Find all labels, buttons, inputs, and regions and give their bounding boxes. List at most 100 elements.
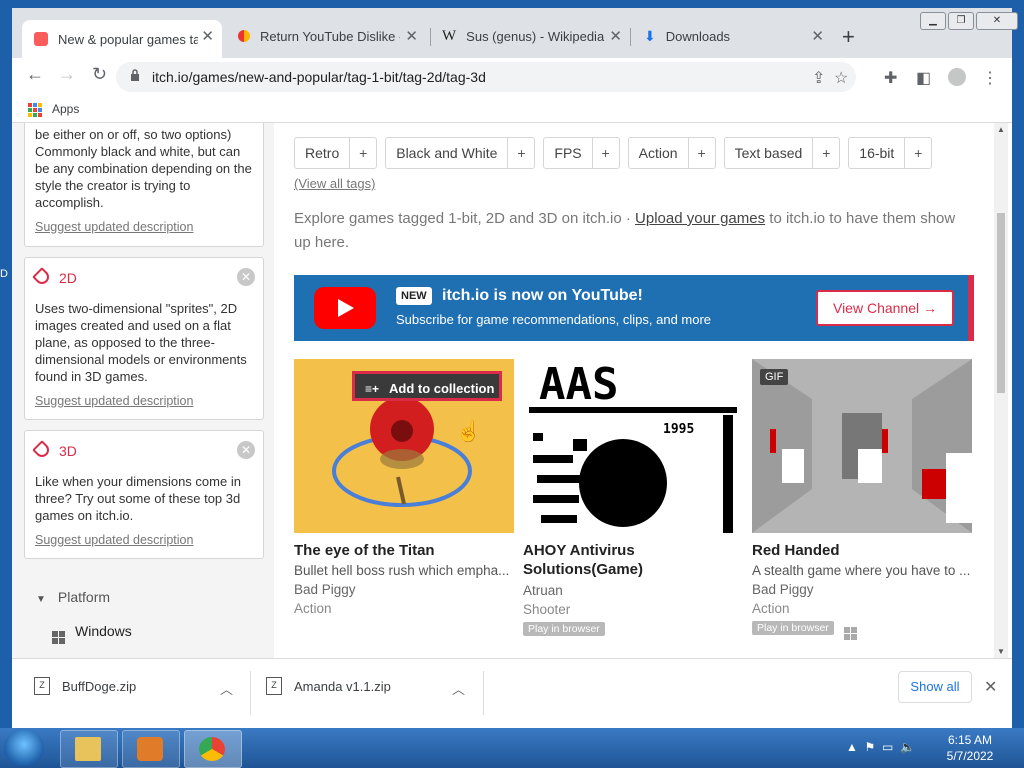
download-item[interactable]: Z BuffDoge.zip ︿ (12, 659, 248, 729)
new-badge: NEW (396, 287, 432, 305)
tab-return-youtube-dislike[interactable]: Return YouTube Dislike - C ✕ (226, 20, 426, 52)
close-shelf-icon[interactable]: ✕ (984, 677, 997, 697)
tag-description: be either on or off, so two options) Com… (35, 127, 252, 210)
svg-text:AAS: AAS (539, 359, 618, 410)
reload-icon[interactable]: ↻ (92, 64, 107, 85)
game-thumbnail[interactable]: GIF (752, 359, 972, 533)
close-tab-icon[interactable]: ✕ (405, 27, 418, 45)
banner-headline: itch.io is now on YouTube! (442, 287, 643, 304)
platform-windows[interactable]: Windows (52, 623, 132, 644)
download-item[interactable]: Z Amanda v1.1.zip ︿ (244, 659, 480, 729)
zip-file-icon: Z (34, 677, 50, 695)
start-button[interactable] (4, 730, 44, 766)
apps-grid-icon[interactable] (28, 103, 42, 117)
upload-games-link[interactable]: Upload your games (635, 210, 765, 227)
ahoy-art: AAS 1995 (523, 359, 743, 533)
tag-button-retro[interactable]: Retro + (294, 137, 378, 169)
forward-arrow-icon[interactable]: → (58, 64, 76, 85)
bookmark-star-icon[interactable]: ☆ (834, 68, 848, 88)
game-cell[interactable]: AAS 1995 AHOY Antivirus Solutions(Game) (523, 359, 743, 637)
tag-card-2d: 2D ✕ Uses two-dimensional "sprites", 2D … (24, 257, 264, 420)
tag-button-black-and-white[interactable]: Black and White + (385, 137, 536, 169)
tag-button-action[interactable]: Action + (627, 137, 716, 169)
system-clock[interactable]: 6:15 AM 5/7/2022 (940, 732, 1000, 764)
game-author[interactable]: Atruan (523, 583, 743, 598)
gif-badge: GIF (760, 369, 789, 385)
game-title[interactable]: Red Handed (752, 541, 972, 560)
taskbar-chrome[interactable] (184, 730, 242, 768)
add-tag-icon[interactable]: + (350, 138, 376, 168)
add-tag-icon[interactable]: + (905, 138, 931, 168)
tab-wikipedia[interactable]: W Sus (genus) - Wikipedia ✕ (430, 20, 630, 52)
new-tab-button[interactable]: + (842, 24, 855, 50)
scrollbar-thumb[interactable] (997, 213, 1005, 393)
taskbar: ▲ ⚑ ▭ 🔈 6:15 AM 5/7/2022 (0, 728, 1024, 768)
game-thumbnail[interactable]: AAS 1995 (523, 359, 743, 533)
add-tag-icon[interactable]: + (508, 138, 534, 168)
youtube-banner[interactable]: NEW itch.io is now on YouTube! Subscribe… (294, 275, 974, 341)
game-cell[interactable]: GIF Red Handed A stealth game where you … (752, 359, 972, 640)
profile-avatar-icon[interactable] (948, 68, 966, 86)
clock-date: 5/7/2022 (946, 749, 994, 763)
add-tag-icon[interactable]: + (593, 138, 619, 168)
suggest-description-link[interactable]: Suggest updated description (35, 220, 193, 234)
close-tab-icon[interactable]: ✕ (201, 27, 214, 45)
apps-bookmark[interactable]: Apps (52, 102, 79, 116)
close-window-icon[interactable]: ✕ (976, 12, 1018, 30)
tab-title: New & popular games tag (58, 31, 198, 47)
tab-downloads[interactable]: ⬇ Downloads ✕ (632, 20, 832, 52)
page-scrollbar[interactable]: ▲ ▼ (994, 123, 1008, 658)
explore-text: Explore games tagged 1-bit, 2D and 3D on… (294, 210, 956, 251)
address-bar[interactable]: itch.io/games/new-and-popular/tag-1-bit/… (116, 62, 856, 92)
show-all-downloads-button[interactable]: Show all (898, 671, 972, 703)
add-tag-icon[interactable]: + (813, 138, 839, 168)
chevron-up-icon[interactable]: ︿ (220, 679, 233, 698)
tag-description: Like when your dimensions come in three?… (35, 474, 241, 523)
play-in-browser-badge: Play in browser (523, 622, 605, 636)
view-all-tags-link[interactable]: (View all tags) (294, 176, 375, 191)
tab-itchio[interactable]: New & popular games tag ✕ (22, 20, 222, 58)
side-panel-icon[interactable]: ◧ (916, 68, 931, 88)
add-tag-icon[interactable]: + (689, 138, 715, 168)
tab-title: Return YouTube Dislike - C (260, 28, 400, 44)
folder-icon (75, 737, 101, 761)
taskbar-explorer[interactable] (60, 730, 118, 768)
system-tray[interactable]: ▲ ⚑ ▭ 🔈 (846, 740, 915, 754)
maximize-icon[interactable]: ❐ (948, 12, 974, 30)
remove-tag-icon[interactable]: ✕ (237, 441, 255, 459)
scroll-up-icon[interactable]: ▲ (997, 125, 1005, 134)
tag-button-text-based[interactable]: Text based + (723, 137, 841, 169)
view-channel-button[interactable]: View Channel → (816, 290, 954, 326)
tab-title: Downloads (665, 28, 731, 44)
tag-button-fps[interactable]: FPS + (543, 137, 620, 169)
game-genre: Action (752, 601, 790, 616)
tag-name[interactable]: 2D (32, 267, 77, 287)
game-cell[interactable]: ≡+ Add to collection ☝ The eye of the Ti… (294, 359, 514, 616)
add-to-collection-button[interactable]: ≡+ Add to collection (352, 371, 502, 401)
close-tab-icon[interactable]: ✕ (609, 27, 622, 45)
remove-tag-icon[interactable]: ✕ (237, 268, 255, 286)
platform-filter-header[interactable]: ▼ Platform (36, 589, 110, 605)
close-tab-icon[interactable]: ✕ (811, 27, 824, 45)
suggest-description-link[interactable]: Suggest updated description (35, 394, 193, 408)
game-title[interactable]: The eye of the Titan (294, 541, 514, 560)
extensions-puzzle-icon[interactable]: ✚ (884, 68, 897, 88)
minimize-icon[interactable]: ▁ (920, 12, 946, 30)
tag-name[interactable]: 3D (32, 440, 77, 460)
share-icon[interactable]: ⇪ (812, 68, 825, 88)
windows-logo-icon (52, 631, 65, 644)
scroll-down-icon[interactable]: ▼ (997, 647, 1005, 656)
game-author[interactable]: Bad Piggy (752, 582, 972, 597)
play-in-browser-badge: Play in browser (752, 621, 834, 635)
tag-description: Uses two-dimensional "sprites", 2D image… (35, 301, 247, 384)
suggest-description-link[interactable]: Suggest updated description (35, 533, 193, 547)
game-thumbnail[interactable]: ≡+ Add to collection ☝ (294, 359, 514, 533)
game-author[interactable]: Bad Piggy (294, 582, 514, 597)
game-title[interactable]: AHOY Antivirus Solutions(Game) (523, 541, 743, 579)
tag-button-16bit[interactable]: 16-bit + (848, 137, 933, 169)
red-handed-art (752, 359, 972, 533)
taskbar-media-player[interactable] (122, 730, 180, 768)
menu-kebab-icon[interactable]: ⋮ (982, 68, 998, 88)
chevron-up-icon[interactable]: ︿ (452, 679, 465, 698)
back-arrow-icon[interactable]: ← (26, 64, 44, 85)
